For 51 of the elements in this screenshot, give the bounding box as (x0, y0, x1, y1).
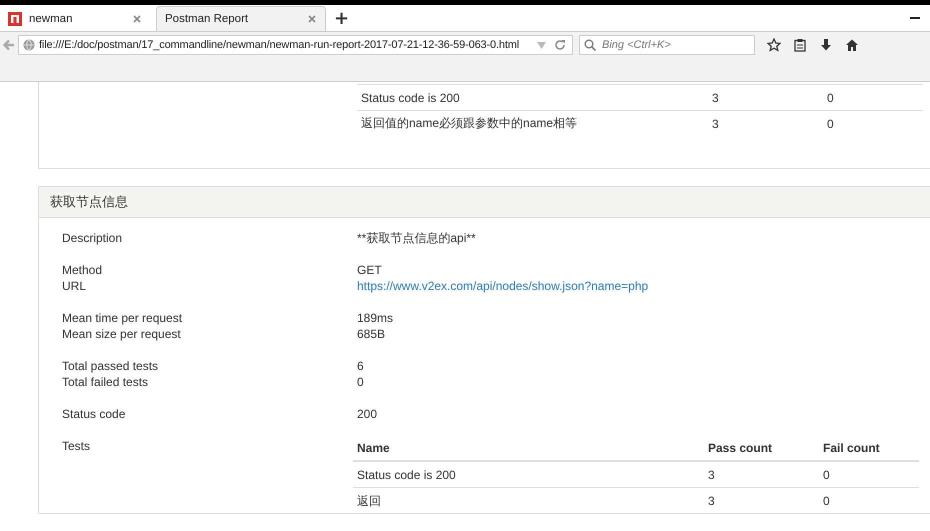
field-label: Method (62, 262, 104, 278)
field-value: 189ms (357, 310, 394, 326)
url-link[interactable]: https://www.v2ex.com/api/nodes/show.json?name=php (357, 278, 648, 294)
table-cell-text: 3 (707, 492, 716, 508)
download-icon[interactable] (819, 38, 833, 52)
field-label: Mean size per request (62, 326, 182, 342)
section-title: 获取节点信息 (39, 187, 930, 218)
url-text: file:///E:/doc/postman/17_commandline/newman/newman-run-report-2017-07-21-12-36-59-063-0.html (39, 39, 520, 51)
field-label: Total passed tests (62, 358, 160, 374)
field-label: Mean time per request (62, 310, 184, 326)
table-cell-text: Status code is 200 (360, 90, 461, 104)
back-icon[interactable] (2, 38, 16, 52)
dropdown-icon[interactable] (537, 42, 546, 48)
table-cell-text: 3 (711, 90, 720, 104)
column-header: Fail count (822, 440, 881, 456)
table-cell-text: 0 (822, 466, 831, 482)
field-value: 6 (357, 358, 364, 374)
table-cell-text: 返回 (356, 492, 382, 508)
field-value: 685B (357, 326, 386, 342)
table-cell-text: 3 (707, 466, 716, 482)
reload-icon[interactable] (554, 39, 566, 51)
field-value: GET (357, 262, 382, 278)
table-cell-text: 0 (826, 90, 835, 104)
new-tab-button[interactable]: + (326, 6, 358, 31)
field-label: Status code (62, 406, 126, 422)
table-cell-text: 3 (711, 116, 720, 130)
close-icon[interactable] (307, 14, 317, 24)
close-icon[interactable] (132, 14, 142, 24)
table-cell-text: Status code is 200 (356, 466, 457, 482)
table-cell-text: 0 (826, 116, 835, 130)
field-value: 200 (357, 406, 378, 422)
field-value: 0 (357, 374, 364, 390)
table-cell-text: 0 (822, 492, 831, 508)
home-icon[interactable] (845, 38, 859, 52)
table-cell-text: 返回值的name必须跟参数中的name相等 (360, 115, 578, 132)
address-bar[interactable]: file:///E:/doc/postman/17_commandline/newman/newman-run-report-2017-07-21-12-36-59-063-0.html (18, 35, 573, 55)
browser-tab[interactable]: newman (0, 6, 150, 31)
globe-icon[interactable] (23, 39, 35, 51)
search-field[interactable]: Bing <Ctrl+K> (579, 35, 755, 55)
star-icon[interactable] (767, 38, 781, 52)
field-value: **获取节点信息的api** (357, 230, 476, 246)
search-icon[interactable] (584, 39, 596, 51)
browser-tab[interactable]: Postman Report (156, 6, 326, 31)
column-header: Name (356, 440, 391, 456)
field-label: Tests (62, 438, 92, 455)
field-label: Total failed tests (62, 374, 150, 390)
app-icon[interactable] (8, 12, 22, 26)
column-header: Pass count (707, 440, 774, 456)
field-label: Description (62, 230, 124, 246)
clipboard-icon[interactable] (793, 38, 807, 52)
field-label: URL (62, 278, 88, 294)
